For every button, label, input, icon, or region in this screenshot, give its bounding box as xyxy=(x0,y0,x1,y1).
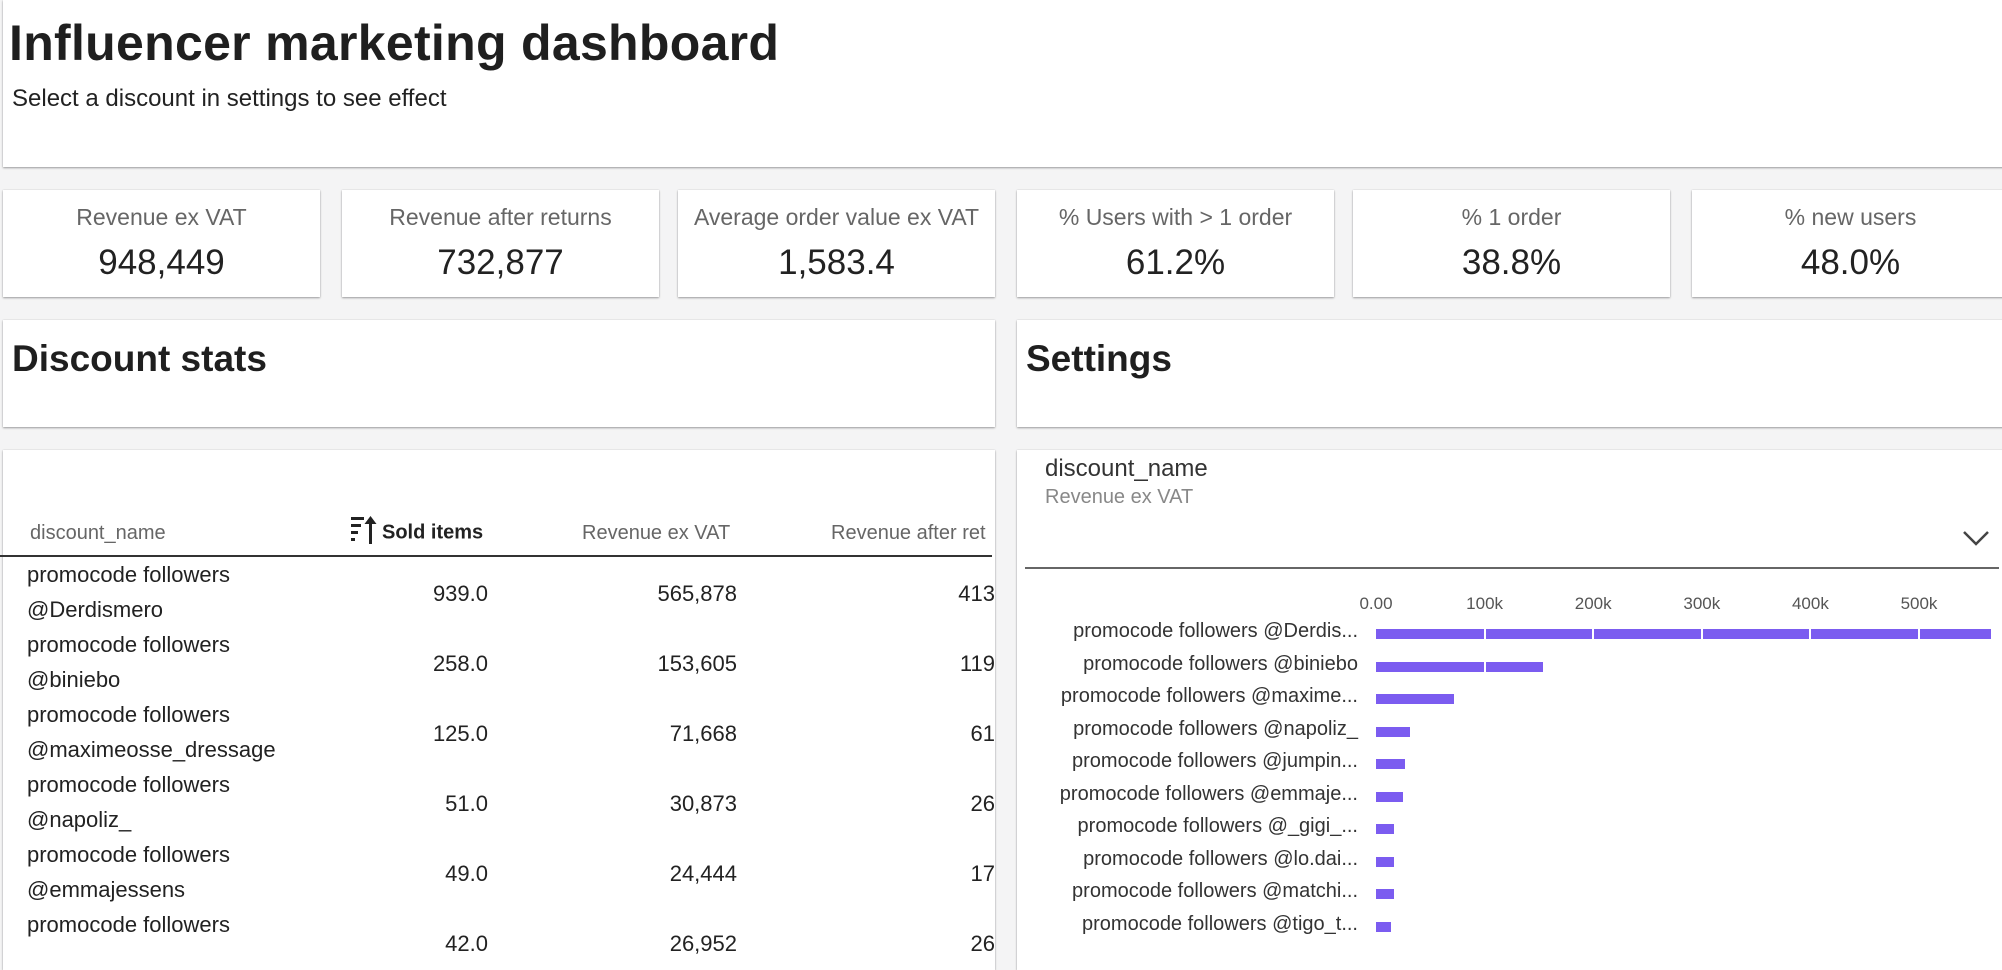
cell-revenue-after-returns: 17 xyxy=(970,861,995,886)
cell-sold-items: 939.0 xyxy=(432,581,488,606)
x-gridline xyxy=(1592,625,1595,955)
bar-category-label[interactable]: promocode followers @lo.dai... xyxy=(1083,848,1358,871)
kpi-label: Average order value ex VAT xyxy=(693,204,980,230)
kpi-one-order: % 1 order 38.8% xyxy=(1353,190,1670,297)
page-title: Influencer marketing dashboard xyxy=(9,15,780,71)
cell-revenue-after-returns: 26 xyxy=(970,931,995,956)
discount-stats-card: Discount stats xyxy=(3,320,995,427)
x-gridline xyxy=(1809,625,1812,955)
bar[interactable] xyxy=(1376,759,1406,769)
bar-category-label[interactable]: promocode followers @_gigi_... xyxy=(1078,815,1358,838)
cell-sold-items: 51.0 xyxy=(445,791,488,816)
cell-discount-name: promocode followers xyxy=(27,912,230,937)
cell-sold-items: 258.0 xyxy=(432,651,488,676)
bar[interactable] xyxy=(1376,889,1395,899)
x-tick-label: 500k xyxy=(1900,594,1938,613)
bar[interactable] xyxy=(1376,629,1991,639)
bar-category-label[interactable]: promocode followers @napoliz_ xyxy=(1073,718,1358,741)
kpi-revenue-after-returns: Revenue after returns 732,877 xyxy=(342,190,659,297)
kpi-label: % Users with > 1 order xyxy=(1058,204,1293,230)
bar[interactable] xyxy=(1376,856,1395,867)
kpi-average-order-value: Average order value ex VAT 1,583.4 xyxy=(678,190,995,297)
x-tick-label: 100k xyxy=(1466,594,1504,613)
x-tick-label: 200k xyxy=(1574,594,1612,613)
kpi-value: 732,877 xyxy=(437,243,564,282)
bar-category-label[interactable]: promocode followers @jumpin... xyxy=(1072,750,1358,773)
cell-revenue-ex-vat: 71,668 xyxy=(669,721,737,746)
kpi-label: % new users xyxy=(1784,204,1917,230)
kpi-value: 48.0% xyxy=(1800,243,1901,282)
cell-sold-items: 125.0 xyxy=(432,721,488,746)
cell-revenue-ex-vat: 30,873 xyxy=(669,791,737,816)
column-header-sold-items[interactable]: Sold items xyxy=(350,514,483,552)
cell-revenue-ex-vat: 565,878 xyxy=(657,581,737,606)
bar-category-label[interactable]: promocode followers @maxime... xyxy=(1061,685,1358,708)
cell-discount-name: promocode followers @maximeosse_dressage xyxy=(27,702,276,762)
bar[interactable] xyxy=(1376,694,1454,704)
kpi-value: 948,449 xyxy=(98,243,225,282)
kpi-revenue-ex-vat: Revenue ex VAT 948,449 xyxy=(3,190,320,297)
bar[interactable] xyxy=(1376,921,1392,932)
bar-category-label[interactable]: promocode followers @Derdis... xyxy=(1073,620,1358,643)
sort-descending-icon xyxy=(350,514,378,552)
cell-revenue-after-returns: 26 xyxy=(970,791,995,816)
cell-discount-name: promocode followers @napoliz_ xyxy=(27,772,230,832)
bar[interactable] xyxy=(1376,791,1403,802)
cell-sold-items: 42.0 xyxy=(445,931,488,956)
filter-underline xyxy=(1025,567,1999,569)
kpi-new-users: % new users 48.0% xyxy=(1692,190,2002,297)
cell-discount-name: promocode followers @Derdismero xyxy=(27,562,230,622)
kpi-label: Revenue ex VAT xyxy=(76,204,247,230)
kpi-label: % 1 order xyxy=(1461,204,1562,230)
kpi-label: Revenue after returns xyxy=(389,204,612,230)
kpi-value: 1,583.4 xyxy=(778,243,895,282)
column-header-revenue-ex-vat[interactable]: Revenue ex VAT xyxy=(582,522,730,545)
x-gridline xyxy=(1700,625,1703,955)
kpi-users-multi-order: % Users with > 1 order 61.2% xyxy=(1017,190,1334,297)
x-gridline xyxy=(1483,625,1486,955)
cell-revenue-after-returns: 413 xyxy=(958,581,995,606)
cell-revenue-after-returns: 61 xyxy=(970,721,995,746)
page-subtitle: Select a discount in settings to see eff… xyxy=(12,85,447,112)
bar-category-label[interactable]: promocode followers @biniebo xyxy=(1083,653,1358,676)
bar[interactable] xyxy=(1376,661,1543,672)
filter-title: discount_name xyxy=(1045,455,1208,482)
bar-category-label[interactable]: promocode followers @emmaje... xyxy=(1060,783,1358,806)
x-gridline xyxy=(1918,625,1920,955)
bar-category-label[interactable]: promocode followers @tigo_t... xyxy=(1082,913,1358,936)
chevron-down-icon[interactable] xyxy=(1962,529,1990,552)
cell-discount-name: promocode followers @emmajessens xyxy=(27,842,230,902)
cell-revenue-ex-vat: 26,952 xyxy=(669,931,737,956)
cell-sold-items: 49.0 xyxy=(445,861,488,886)
cell-revenue-ex-vat: 24,444 xyxy=(669,861,737,886)
x-tick-label: 400k xyxy=(1791,594,1829,613)
kpi-value: 38.8% xyxy=(1461,243,1562,282)
kpi-value: 61.2% xyxy=(1125,243,1226,282)
section-title-discount-stats: Discount stats xyxy=(12,338,267,379)
column-header-label: Sold items xyxy=(382,521,484,544)
settings-card: Settings xyxy=(1017,320,2002,427)
bar[interactable] xyxy=(1376,726,1410,737)
section-title-settings: Settings xyxy=(1026,338,1172,379)
bar-category-label[interactable]: promocode followers @matchi... xyxy=(1072,880,1358,903)
column-header-revenue-after-returns[interactable]: Revenue after ret xyxy=(831,522,986,545)
bar[interactable] xyxy=(1376,824,1395,834)
x-tick-label: 300k xyxy=(1683,594,1721,613)
column-header-discount-name[interactable]: discount_name xyxy=(30,522,166,545)
cell-revenue-after-returns: 119 xyxy=(959,651,995,676)
x-tick-label: 0.00 xyxy=(1359,594,1393,613)
cell-revenue-ex-vat: 153,605 xyxy=(657,651,737,676)
filter-metric: Revenue ex VAT xyxy=(1045,486,1194,508)
cell-discount-name: promocode followers @biniebo xyxy=(27,632,230,692)
